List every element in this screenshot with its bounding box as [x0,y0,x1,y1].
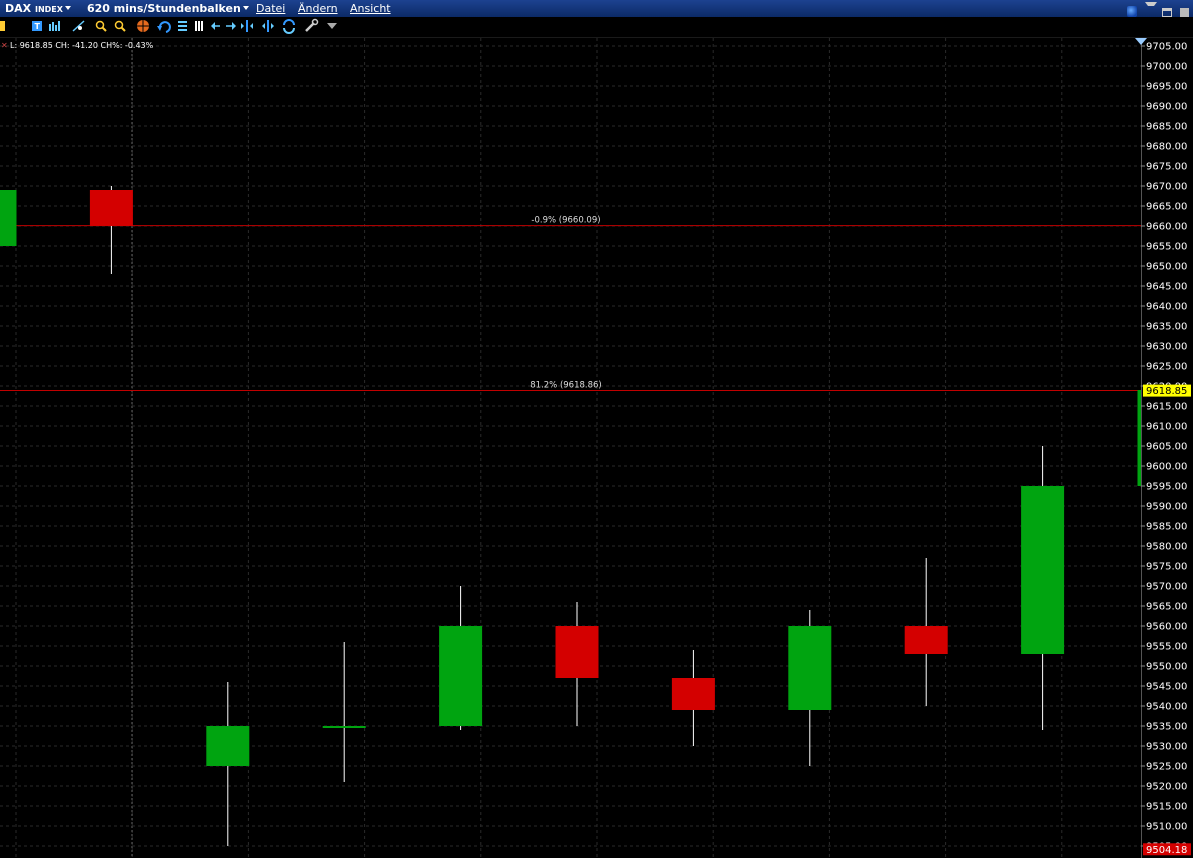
axis-tick-label: 9565.00 [1146,602,1187,613]
candle-up [0,190,17,246]
chart-title-bar: DAX INDEX 620 mins/Stundenbalken Datei Ä… [0,0,1193,17]
target-icon[interactable] [137,20,149,32]
axis-tick-label: 9575.00 [1146,562,1187,573]
svg-text:T: T [35,22,41,31]
axis-tick-label: 9615.00 [1146,402,1187,413]
axis-tick-label: 9515.00 [1146,802,1187,813]
candle-up [206,726,249,766]
axis-tick-label: 9670.00 [1146,182,1187,193]
axis-tick-label: 9645.00 [1146,282,1187,293]
price-chart[interactable]: -0.9% (9660.09)81.2% (9618.86) 9505.0095… [0,38,1193,858]
axis-tick-label: 9635.00 [1146,322,1187,333]
chart-toolbar: T [0,17,1193,38]
chevron-down-icon [243,6,249,10]
candle-up [1021,486,1064,654]
axis-tick-label: 9525.00 [1146,762,1187,773]
close-info-icon[interactable]: ✕ [1,41,8,50]
period-selector[interactable]: 620 mins/Stundenbalken [87,0,249,17]
window-close-icon[interactable] [1180,8,1189,17]
axis-tick-label: 9590.00 [1146,502,1187,513]
axis-tick-label: 9700.00 [1146,62,1187,73]
horizontal-lines: -0.9% (9660.09) 81.2% (9618.86) [0,216,1141,391]
axis-tick-label: 9625.00 [1146,362,1187,373]
text-tool-icon[interactable]: T [32,21,42,31]
axis-tick-label: 9520.00 [1146,782,1187,793]
axis-tick-label: 9695.00 [1146,82,1187,93]
axis-tick-label: 9555.00 [1146,642,1187,653]
axis-tick-label: 9510.00 [1146,822,1187,833]
axis-tick-label: 9600.00 [1146,462,1187,473]
axis-tick-label: 9585.00 [1146,522,1187,533]
candle-up [439,626,482,726]
crosshair-icon[interactable] [0,21,5,31]
axis-tick-label: 9550.00 [1146,662,1187,673]
axis-tick-label: 9545.00 [1146,682,1187,693]
price-tag-label: 9504.18 [1146,845,1187,856]
bars-icon[interactable] [195,21,203,31]
axis-tick-label: 9665.00 [1146,202,1187,213]
link-color-icon[interactable] [1127,6,1137,17]
scroll-forward-icon[interactable] [226,22,236,30]
zoom-in-icon[interactable] [97,22,107,32]
axis-tick-label: 9705.00 [1146,42,1187,53]
axis-tick-label: 9680.00 [1146,142,1187,153]
price-tag-label: 9618.85 [1146,386,1187,397]
axis-tick-label: 9605.00 [1146,442,1187,453]
chevron-down-icon[interactable] [327,23,337,29]
grid [0,38,1141,858]
candle-down [672,678,715,710]
axis-tick-label: 9560.00 [1146,622,1187,633]
candles [0,186,1181,846]
axis-tick-label: 9640.00 [1146,302,1187,313]
price-axis[interactable]: 9505.009510.009515.009520.009525.009530.… [1135,38,1193,858]
zoom-out-icon[interactable] [116,22,126,32]
window-restore-icon[interactable] [1162,8,1172,17]
fib-line-label: 81.2% (9618.86) [530,381,602,391]
wrench-icon[interactable] [306,20,318,32]
chevron-down-icon[interactable] [1145,2,1153,14]
axis-tick-label: 9675.00 [1146,162,1187,173]
info-line: L: 9618.85 CH: -41.20 CH%: -0.43% [10,41,153,50]
axis-tick-label: 9530.00 [1146,742,1187,753]
axis-tick-label: 9610.00 [1146,422,1187,433]
candle-down [90,190,133,226]
refresh-icon[interactable] [284,20,294,33]
axis-tick-label: 9535.00 [1146,722,1187,733]
axis-tick-label: 9595.00 [1146,482,1187,493]
axis-tick-label: 9655.00 [1146,242,1187,253]
expand-icon[interactable] [241,20,253,32]
menu-aendern[interactable]: Ändern [298,0,338,17]
menu-datei[interactable]: Datei [256,0,285,17]
axis-tick-label: 9630.00 [1146,342,1187,353]
chevron-down-icon [65,6,71,10]
symbol-selector[interactable]: DAX INDEX [5,0,71,18]
axis-tick-label: 9540.00 [1146,702,1187,713]
bar-chart-icon[interactable] [49,21,60,31]
axis-tick-label: 9690.00 [1146,102,1187,113]
axis-tick-label: 9650.00 [1146,262,1187,273]
candle-up [323,726,366,728]
fib-line-label: -0.9% (9660.09) [531,216,600,226]
axis-tick-label: 9580.00 [1146,542,1187,553]
candle-up [788,626,831,710]
axis-tick-label: 9570.00 [1146,582,1187,593]
scroll-back-icon[interactable] [211,22,220,30]
axis-tick-label: 9660.00 [1146,222,1187,233]
list-icon[interactable] [178,21,187,31]
drawing-tool-icon[interactable] [73,21,84,31]
undo-icon[interactable] [157,22,170,32]
compress-icon[interactable] [262,20,274,32]
axis-tick-label: 9685.00 [1146,122,1187,133]
menu-ansicht[interactable]: Ansicht [350,0,391,17]
candle-down [905,626,948,654]
candle-down [556,626,599,678]
